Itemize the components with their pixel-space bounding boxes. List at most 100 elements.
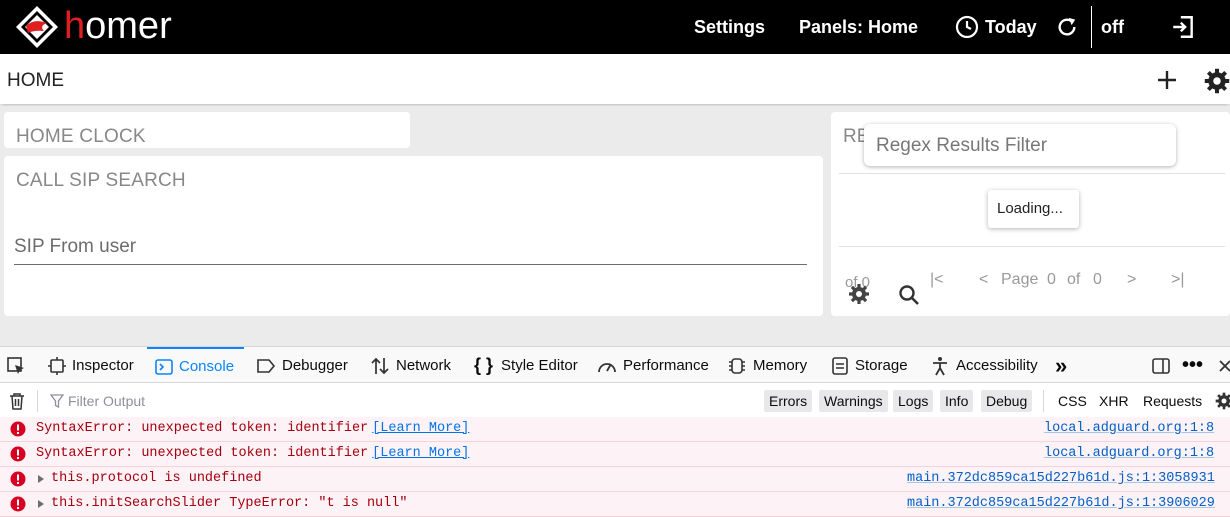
dashboard-settings-gear-icon[interactable]: [1203, 67, 1230, 95]
settings-link[interactable]: Settings: [694, 0, 765, 54]
level-debug-toggle[interactable]: Debug: [981, 390, 1033, 412]
tab-style-editor[interactable]: { } Style Editor: [474, 347, 578, 384]
panels-menu[interactable]: Panels: Home: [799, 0, 918, 54]
message-body: SyntaxError: unexpected token: identifie…: [36, 421, 369, 436]
logout-button[interactable]: [1170, 0, 1196, 54]
tab-console-label: Console: [179, 358, 235, 375]
sip-from-user-field[interactable]: SIP From user: [14, 236, 136, 258]
level-warnings-toggle[interactable]: Warnings: [819, 390, 888, 412]
dashboard-header: HOME: [0, 54, 1230, 104]
expand-triangle-icon[interactable]: [38, 500, 44, 508]
console-message[interactable]: this.protocol is undefined main.372dc859…: [0, 467, 1230, 492]
message-body: this.protocol is undefined: [51, 471, 262, 486]
panels-label: Panels: Home: [799, 16, 919, 37]
tab-storage-label: Storage: [855, 357, 908, 374]
prev-page-icon[interactable]: <: [979, 271, 988, 289]
last-page-icon[interactable]: >|: [1171, 271, 1185, 289]
tab-network-label: Network: [396, 357, 452, 374]
call-sip-search-widget: CALL SIP SEARCH SIP From user: [4, 156, 823, 316]
results-widget: RE Regex Results Filter Loading... of 0 …: [831, 112, 1230, 316]
level-errors-toggle[interactable]: Errors: [764, 390, 813, 412]
refresh-button[interactable]: [1056, 0, 1078, 54]
tab-inspector-label: Inspector: [72, 357, 134, 374]
today-label: Today: [985, 16, 1037, 37]
regex-filter-input[interactable]: Regex Results Filter: [864, 124, 1176, 166]
logo-h: h: [64, 5, 86, 47]
element-picker-button[interactable]: [6, 347, 32, 384]
element-picker-icon: [7, 356, 24, 374]
message-body: this.initSearchSlider TypeError: "t is n…: [51, 496, 408, 511]
level-logs-toggle[interactable]: Logs: [893, 390, 934, 412]
message-source-link[interactable]: main.372dc859ca15d227b61d.js:1:3906029: [907, 496, 1215, 511]
tab-debugger-label: Debugger: [282, 357, 348, 374]
tab-debugger[interactable]: Debugger: [256, 347, 348, 384]
results-settings-gear-icon[interactable]: [847, 282, 871, 306]
trash-icon[interactable]: [7, 391, 27, 411]
message-body: SyntaxError: unexpected token: identifie…: [36, 446, 369, 461]
devtools-toolbar: Inspector Console Debugger Network { } S…: [0, 346, 1230, 383]
clock-icon: [955, 15, 979, 39]
dock-icon: [1152, 357, 1170, 374]
total-pages: 0: [1093, 271, 1102, 288]
message-text: SyntaxError: unexpected token: identifie…: [36, 446, 469, 461]
tab-memory-label: Memory: [753, 357, 808, 374]
console-settings-gear-icon[interactable]: [1214, 391, 1230, 411]
current-page: 0: [1047, 271, 1056, 288]
css-toggle[interactable]: CSS: [1058, 390, 1087, 412]
devtools-menu-button[interactable]: •••: [1182, 347, 1203, 384]
debugger-icon: [257, 358, 276, 373]
xhr-toggle[interactable]: XHR: [1099, 390, 1129, 412]
tab-console[interactable]: Console: [147, 347, 245, 384]
exit-icon: [1173, 16, 1193, 38]
console-message[interactable]: this.initSearchSlider TypeError: "t is n…: [0, 492, 1230, 517]
error-icon: [10, 446, 26, 462]
expand-triangle-icon[interactable]: [38, 475, 44, 483]
tab-accessibility-label: Accessibility: [956, 357, 1038, 374]
sip-search-title: CALL SIP SEARCH: [16, 170, 186, 191]
homer-logo-icon[interactable]: [14, 4, 60, 50]
close-devtools-button[interactable]: [1218, 347, 1230, 384]
tab-storage[interactable]: Storage: [831, 347, 908, 384]
settings-label: Settings: [694, 16, 766, 37]
error-icon: [10, 471, 26, 487]
tab-inspector[interactable]: Inspector: [48, 347, 134, 384]
tab-memory[interactable]: Memory: [727, 347, 807, 384]
console-icon: [155, 358, 173, 375]
network-icon: [371, 357, 389, 374]
logo-text[interactable]: homer: [64, 4, 172, 48]
nav-divider: [1091, 6, 1092, 48]
console-message[interactable]: SyntaxError: unexpected token: identifie…: [0, 417, 1230, 442]
time-range-button[interactable]: Today: [955, 0, 1037, 54]
error-icon: [10, 496, 26, 512]
next-page-icon[interactable]: >: [1127, 271, 1136, 289]
add-panel-icon[interactable]: [1155, 68, 1179, 92]
dock-options-button[interactable]: [1151, 347, 1177, 384]
console-message[interactable]: SyntaxError: unexpected token: identifie…: [0, 442, 1230, 467]
more-tabs-button[interactable]: »: [1055, 347, 1067, 384]
message-source-link[interactable]: main.372dc859ca15d227b61d.js:1:3058931: [907, 471, 1215, 486]
results-divider-bottom: [839, 246, 1225, 247]
level-info-toggle[interactable]: Info: [940, 390, 974, 412]
more-dots-icon: •••: [1182, 354, 1204, 376]
learn-more-link[interactable]: [Learn More]: [372, 421, 469, 436]
accessibility-icon: [933, 356, 947, 375]
message-source-link[interactable]: local.adguard.org:1:8: [1044, 446, 1214, 461]
dashboard-title: HOME: [7, 70, 64, 91]
auto-refresh-toggle[interactable]: off: [1101, 0, 1124, 54]
filter-separator-2: [1043, 390, 1044, 412]
learn-more-link[interactable]: [Learn More]: [372, 446, 469, 461]
panels-area: HOME CLOCK CALL SIP SEARCH SIP From user…: [0, 106, 1230, 346]
top-navbar: homer Settings Panels: Home Today off: [0, 0, 1230, 54]
search-icon[interactable]: [897, 283, 921, 307]
home-clock-widget[interactable]: HOME CLOCK: [4, 112, 410, 148]
refresh-icon: [1058, 17, 1076, 36]
first-page-icon[interactable]: |<: [930, 271, 944, 289]
tab-performance[interactable]: Performance: [597, 347, 709, 384]
loading-text: Loading...: [997, 200, 1063, 217]
requests-toggle[interactable]: Requests: [1143, 390, 1202, 412]
filter-output-input[interactable]: Filter Output: [68, 393, 145, 409]
error-icon: [10, 421, 26, 437]
tab-accessibility[interactable]: Accessibility: [930, 347, 1038, 384]
message-source-link[interactable]: local.adguard.org:1:8: [1044, 421, 1214, 436]
tab-network[interactable]: Network: [370, 347, 451, 384]
